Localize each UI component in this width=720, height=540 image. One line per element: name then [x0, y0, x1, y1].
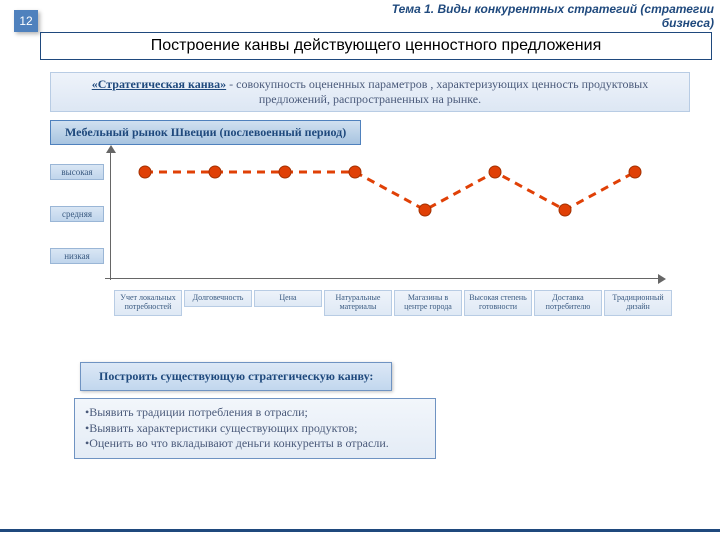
page-title: Построение канвы действующего ценностног…: [40, 32, 712, 60]
bullet-1: •Выявить характеристики существующих про…: [85, 421, 425, 437]
x-cat-4: Магазины в центре города: [394, 290, 462, 316]
x-cat-1: Долговечность: [184, 290, 252, 307]
strategic-canvas-chart: высокая средняя низкая Учет локальных по…: [50, 150, 670, 320]
x-cat-6: Доставка потребителю: [534, 290, 602, 316]
x-cat-2: Цена: [254, 290, 322, 307]
action-bullets: •Выявить традиции потребления в отрасли;…: [74, 398, 436, 459]
chart-line: [50, 150, 670, 280]
definition-text: - совокупность оцененных параметров , ха…: [226, 77, 648, 106]
slide-number: 12: [14, 10, 38, 32]
definition-term: «Стратегическая канва»: [92, 77, 226, 91]
topic-label: Тема 1. Виды конкурентных стратегий (стр…: [354, 2, 714, 30]
x-cat-7: Традиционный дизайн: [604, 290, 672, 316]
action-title: Построить существующую стратегическую ка…: [80, 362, 392, 391]
footer-divider: [0, 529, 720, 532]
bullet-2: •Оценить во что вкладывают деньги конкур…: [85, 436, 425, 452]
x-cat-5: Высокая степень готовности: [464, 290, 532, 316]
definition-box: «Стратегическая канва» - совокупность оц…: [50, 72, 690, 112]
bullet-0: •Выявить традиции потребления в отрасли;: [85, 405, 425, 421]
x-cat-3: Натуральные материалы: [324, 290, 392, 316]
chart-subtitle: Мебельный рынок Швеции (послевоенный пер…: [50, 120, 361, 145]
x-cat-0: Учет локальных потребностей: [114, 290, 182, 316]
